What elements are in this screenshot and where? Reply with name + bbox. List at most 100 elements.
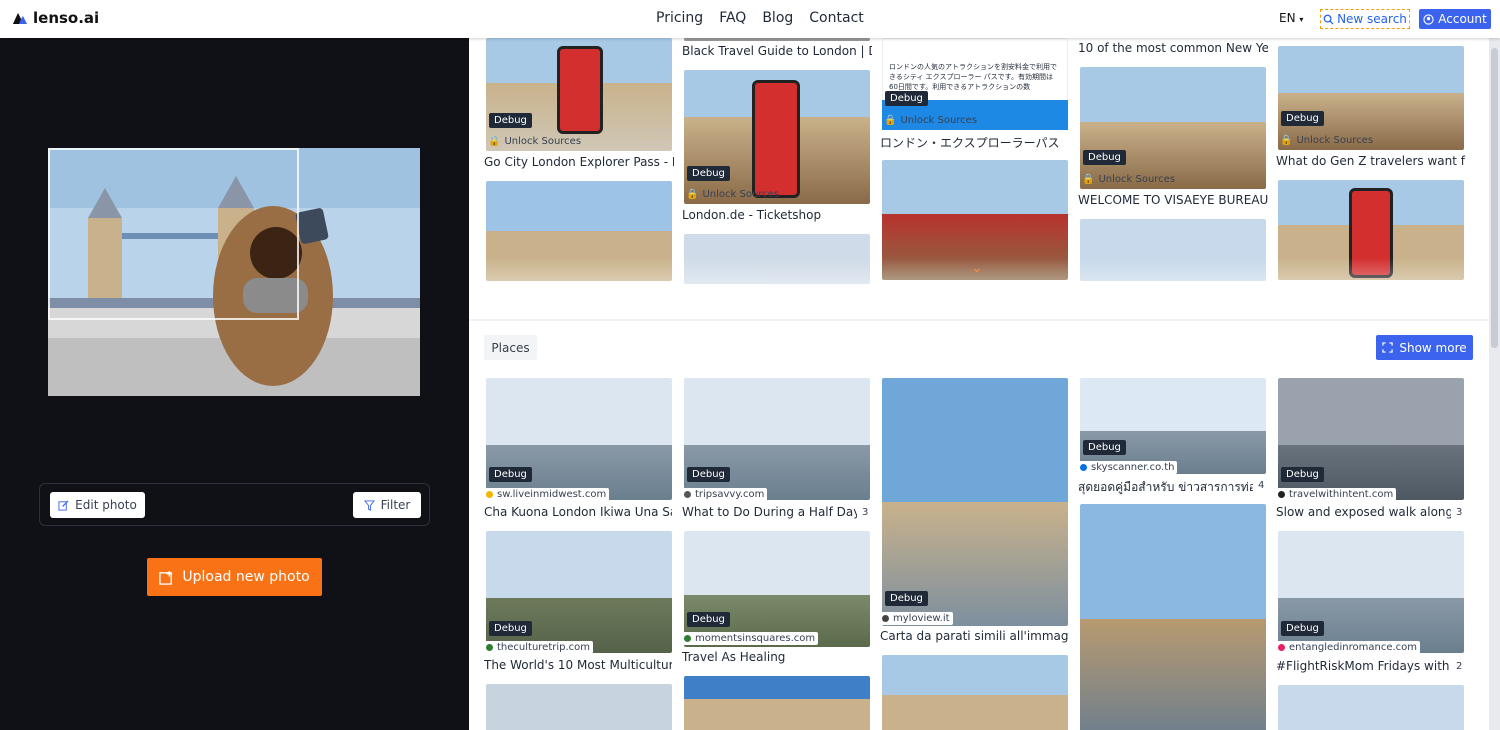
result-title[interactable]: WELCOME TO VISAEYE BUREAU - VISA — [1078, 193, 1268, 207]
result-image[interactable] — [684, 38, 870, 41]
place-source[interactable]: travelwithintent.com — [1275, 488, 1397, 501]
unlock-sources[interactable]: 🔒 Unlock Sources — [488, 136, 581, 147]
site-icon — [1080, 464, 1087, 471]
upload-new-photo-button[interactable]: Upload new photo — [147, 558, 322, 596]
place-title[interactable]: Carta da parati simili all'immagine Towe… — [880, 629, 1068, 643]
result-count: 2 — [1456, 661, 1463, 672]
results-panel: Debug 🔒 Unlock Sources Go City London Exp… — [469, 38, 1489, 730]
place-image[interactable] — [882, 655, 1068, 730]
results-fade — [469, 258, 1489, 328]
source-label: skyscanner.co.th — [1091, 462, 1175, 473]
place-source[interactable]: sw.liveinmidwest.com — [483, 488, 610, 501]
place-title[interactable]: #FlightRiskMom Fridays with Alison — [1276, 659, 1451, 673]
lock-icon: 🔒 — [488, 136, 501, 147]
user-icon — [1423, 13, 1434, 25]
debug-badge: Debug — [687, 467, 730, 482]
site-icon — [684, 635, 691, 642]
unlock-label: Unlock Sources — [1098, 174, 1176, 185]
debug-badge: Debug — [687, 612, 730, 627]
result-title[interactable]: London.de - Ticketshop — [682, 208, 872, 222]
scrollbar[interactable] — [1489, 38, 1500, 730]
section-divider — [469, 319, 1489, 321]
place-title[interactable]: The World's 10 Most Multicultural Cities — [484, 658, 672, 672]
place-image[interactable] — [1080, 378, 1266, 474]
result-title[interactable]: Black Travel Guide to London | Divergent… — [682, 44, 872, 58]
query-panel: Edit photo Filter Upload new photo — [0, 38, 469, 730]
phone-screen — [752, 80, 800, 198]
show-more-button[interactable]: Show more — [1376, 335, 1473, 360]
scrollbar-thumb[interactable] — [1491, 48, 1498, 348]
edit-photo-button[interactable]: Edit photo — [50, 492, 145, 518]
source-label: momentsinsquares.com — [695, 633, 816, 644]
language-label: EN — [1279, 11, 1296, 25]
site-icon — [1278, 644, 1285, 651]
place-image[interactable] — [882, 378, 1068, 626]
result-count: 4 — [1258, 480, 1265, 491]
unlock-sources[interactable]: 🔒 Unlock Sources — [686, 189, 779, 200]
filter-label: Filter — [380, 498, 411, 512]
result-title[interactable]: Go City London Explorer Pass - London — [484, 155, 674, 169]
place-title[interactable]: สุดยอดคู่มือสำหรับ ข่าวสารการท่องเที่ยว — [1078, 478, 1253, 497]
place-source[interactable]: myloview.it — [879, 612, 953, 625]
site-icon — [882, 615, 889, 622]
unlock-label: Unlock Sources — [504, 136, 582, 147]
logo-text: lenso.ai — [33, 9, 100, 27]
place-image[interactable] — [486, 684, 672, 730]
place-title[interactable]: Cha Kuona London Ikiwa Una Saa 24 — [484, 505, 672, 519]
crop-box[interactable] — [48, 148, 299, 320]
unlock-sources[interactable]: 🔒 Unlock Sources — [1082, 174, 1175, 185]
new-search-label: New search — [1337, 12, 1407, 26]
debug-badge: Debug — [885, 91, 928, 106]
result-title[interactable]: ロンドン・エクスプローラーパス — [880, 134, 1070, 151]
account-label: Account — [1438, 12, 1487, 26]
debug-badge: Debug — [489, 467, 532, 482]
place-source[interactable]: momentsinsquares.com — [681, 632, 819, 645]
new-search-button[interactable]: New search — [1320, 9, 1410, 29]
nav-blog[interactable]: Blog — [762, 10, 793, 26]
places-tag[interactable]: Places — [484, 335, 537, 360]
place-title[interactable]: Travel As Healing — [682, 650, 870, 664]
nav-faq[interactable]: FAQ — [719, 10, 746, 26]
chevron-down-icon: ▾ — [1299, 15, 1304, 24]
search-icon — [1323, 14, 1334, 25]
debug-badge: Debug — [885, 591, 928, 606]
place-image[interactable] — [1080, 504, 1266, 730]
source-label: tripsavvy.com — [695, 489, 765, 500]
filter-button[interactable]: Filter — [353, 492, 421, 518]
site-icon — [486, 491, 493, 498]
source-label: theculturetrip.com — [497, 642, 591, 653]
place-image[interactable] — [1278, 685, 1464, 730]
lock-icon: 🔒 — [1082, 174, 1095, 185]
nav-contact[interactable]: Contact — [809, 10, 863, 26]
query-image — [48, 148, 420, 396]
site-icon — [486, 644, 493, 651]
nav-pricing[interactable]: Pricing — [656, 10, 703, 26]
place-source[interactable]: entangledinromance.com — [1275, 641, 1421, 654]
result-title[interactable]: What do Gen Z travelers want from — [1276, 154, 1466, 168]
result-title[interactable]: 10 of the most common New Year resolutio… — [1078, 41, 1268, 55]
account-button[interactable]: Account — [1419, 9, 1491, 29]
lenso-logo-icon — [13, 13, 27, 24]
place-source[interactable]: tripsavvy.com — [681, 488, 768, 501]
place-title[interactable]: Slow and exposed walk along the Thames — [1276, 505, 1451, 519]
debug-badge: Debug — [489, 621, 532, 636]
source-label: myloview.it — [893, 613, 950, 624]
main-nav: Pricing FAQ Blog Contact — [656, 10, 864, 26]
result-image[interactable] — [1080, 67, 1266, 189]
language-select[interactable]: EN ▾ — [1279, 11, 1303, 25]
debug-badge: Debug — [1083, 440, 1126, 455]
unlock-sources[interactable]: 🔒 Unlock Sources — [884, 115, 977, 126]
unlock-sources[interactable]: 🔒 Unlock Sources — [1280, 135, 1373, 146]
filter-icon — [363, 499, 375, 511]
upload-label: Upload new photo — [182, 569, 310, 585]
debug-badge: Debug — [1281, 467, 1324, 482]
logo[interactable]: lenso.ai — [12, 9, 99, 27]
place-source[interactable]: theculturetrip.com — [483, 641, 594, 654]
debug-badge: Debug — [687, 166, 730, 181]
place-image[interactable] — [684, 676, 870, 730]
place-image[interactable] — [684, 531, 870, 647]
place-source[interactable]: skyscanner.co.th — [1077, 461, 1178, 474]
top-bar: lenso.ai Pricing FAQ Blog Contact EN ▾ N… — [0, 0, 1500, 38]
place-title[interactable]: What to Do During a Half Day in London — [682, 505, 857, 519]
result-count: 3 — [1456, 507, 1463, 518]
